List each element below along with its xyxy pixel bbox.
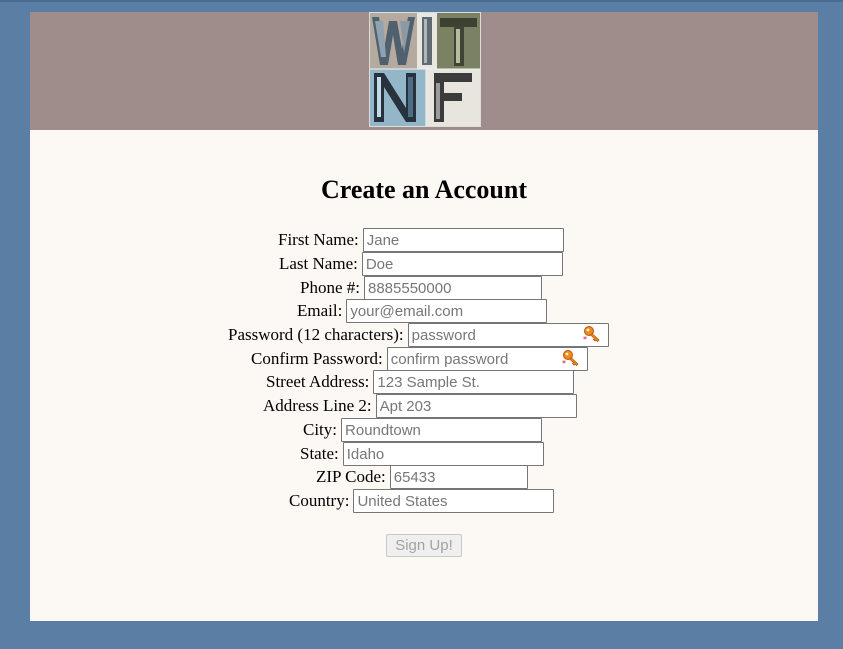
- country-label: Country:: [289, 491, 350, 510]
- last-name-label: Last Name:: [279, 254, 358, 273]
- city-row: City:: [303, 418, 543, 442]
- site-header: [30, 12, 818, 130]
- first-name-row: First Name:: [278, 228, 564, 252]
- confirm-password-label: Confirm Password:: [251, 349, 383, 368]
- street-address-field-wrap: [373, 370, 575, 394]
- first-name-field-wrap: [362, 228, 564, 252]
- phone-field-wrap: [363, 276, 542, 300]
- password-label: Password (12 characters):: [228, 325, 404, 344]
- confirm-password-row: Confirm Password: *: [251, 347, 588, 371]
- page-container: Create an Account First Name: Last Name:…: [30, 12, 818, 621]
- last-name-input[interactable]: [361, 252, 563, 276]
- email-row: Email:: [297, 299, 548, 323]
- form-title: Create an Account: [320, 175, 528, 204]
- window-top-border: [0, 0, 843, 2]
- confirm-password-key-icon[interactable]: *: [562, 349, 580, 367]
- confirm-password-input[interactable]: [386, 347, 588, 371]
- address-line-2-row: Address Line 2:: [263, 394, 577, 418]
- password-input[interactable]: [407, 323, 609, 347]
- address-line-2-input[interactable]: [375, 394, 577, 418]
- country-field-wrap: [353, 489, 555, 513]
- city-field-wrap: [341, 418, 543, 442]
- last-name-row: Last Name:: [279, 252, 563, 276]
- email-label: Email:: [297, 301, 343, 320]
- address-line-2-label: Address Line 2:: [263, 396, 372, 415]
- first-name-input[interactable]: [362, 228, 564, 252]
- street-address-row: Street Address:: [266, 370, 575, 394]
- zip-row: ZIP Code:: [316, 465, 528, 489]
- password-key-icon[interactable]: *: [583, 325, 601, 343]
- zip-field-wrap: [389, 465, 528, 489]
- country-input[interactable]: [353, 489, 555, 513]
- confirm-password-field-wrap: *: [386, 347, 588, 371]
- street-address-label: Street Address:: [266, 372, 370, 391]
- zip-label: ZIP Code:: [316, 467, 386, 486]
- phone-input[interactable]: [363, 276, 542, 300]
- state-label: State:: [300, 444, 339, 463]
- state-row: State:: [300, 442, 544, 466]
- phone-label: Phone #:: [300, 278, 360, 297]
- state-field-wrap: [342, 442, 544, 466]
- email-field-wrap: [346, 299, 548, 323]
- address-line-2-field-wrap: [375, 394, 577, 418]
- zip-input[interactable]: [389, 465, 528, 489]
- site-logo[interactable]: [369, 12, 481, 127]
- phone-row: Phone #:: [300, 276, 542, 300]
- first-name-label: First Name:: [278, 230, 359, 249]
- street-address-input[interactable]: [373, 370, 575, 394]
- logo-image: [370, 13, 480, 126]
- sign-up-button[interactable]: Sign Up!: [386, 534, 462, 557]
- password-field-wrap: *: [407, 323, 609, 347]
- last-name-field-wrap: [361, 252, 563, 276]
- svg-text:*: *: [562, 359, 566, 367]
- email-input[interactable]: [346, 299, 548, 323]
- svg-text:*: *: [583, 335, 587, 343]
- state-input[interactable]: [342, 442, 544, 466]
- city-label: City:: [303, 420, 338, 439]
- city-input[interactable]: [341, 418, 543, 442]
- country-row: Country:: [289, 489, 555, 513]
- password-row: Password (12 characters): *: [228, 323, 609, 347]
